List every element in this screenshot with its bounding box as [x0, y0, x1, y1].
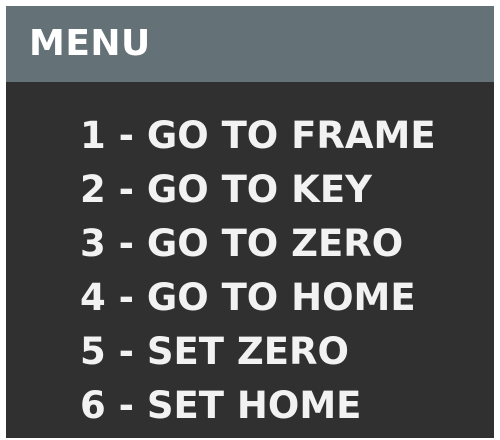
menu-list: 1 - GO TO FRAME 2 - GO TO KEY 3 - GO TO … [80, 109, 436, 433]
menu-header: MENU [6, 6, 494, 82]
menu-title: MENU [29, 23, 151, 64]
menu-panel: MENU 1 - GO TO FRAME 2 - GO TO KEY 3 - G… [6, 6, 494, 438]
menu-item-go-to-frame[interactable]: 1 - GO TO FRAME [80, 109, 436, 163]
menu-item-go-to-zero[interactable]: 3 - GO TO ZERO [80, 217, 436, 271]
menu-item-go-to-key[interactable]: 2 - GO TO KEY [80, 163, 436, 217]
menu-item-set-home[interactable]: 6 - SET HOME [80, 379, 436, 433]
menu-item-go-to-home[interactable]: 4 - GO TO HOME [80, 271, 436, 325]
menu-item-set-zero[interactable]: 5 - SET ZERO [80, 325, 436, 379]
